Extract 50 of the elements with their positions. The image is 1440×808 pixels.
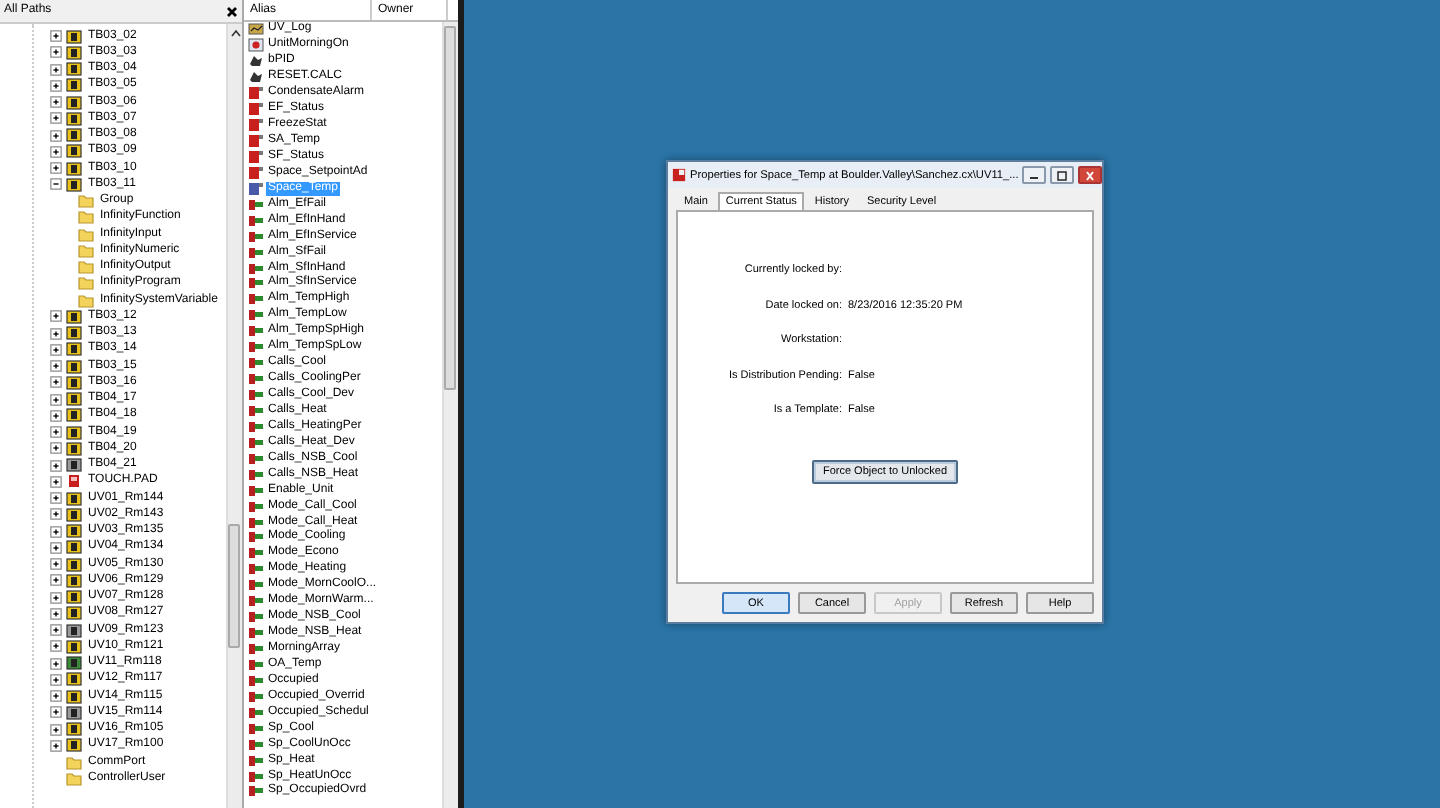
expander-icon[interactable]	[50, 475, 62, 488]
expander-icon[interactable]	[50, 706, 62, 719]
scrollbar[interactable]	[226, 24, 242, 808]
expander-icon[interactable]	[50, 624, 62, 637]
expander-icon[interactable]	[50, 739, 62, 752]
close-icon[interactable]	[226, 5, 238, 17]
expander-icon[interactable]	[50, 96, 62, 109]
expander-icon[interactable]	[50, 459, 62, 472]
scroll-thumb[interactable]	[444, 26, 456, 390]
expander-icon[interactable]	[50, 178, 62, 191]
device-icon	[66, 474, 82, 489]
maximize-button[interactable]	[1050, 166, 1075, 184]
scroll-thumb[interactable]	[228, 524, 240, 648]
maximize-icon	[1052, 169, 1073, 181]
expander-icon[interactable]	[50, 442, 62, 455]
expander-icon[interactable]	[50, 591, 62, 604]
expander-icon[interactable]	[50, 409, 62, 422]
expander-icon[interactable]	[50, 162, 62, 175]
expander-icon[interactable]	[50, 508, 62, 521]
expander-icon[interactable]	[50, 640, 62, 653]
expander-icon[interactable]	[50, 145, 62, 158]
expander-icon[interactable]	[50, 79, 62, 92]
scrollbar[interactable]	[442, 22, 458, 808]
expander-icon[interactable]	[50, 393, 62, 406]
expander-icon[interactable]	[50, 558, 62, 571]
expander-icon[interactable]	[50, 607, 62, 620]
expander-icon[interactable]	[50, 492, 62, 505]
expander-icon[interactable]	[50, 30, 62, 43]
expander-icon[interactable]	[50, 723, 62, 736]
expander-icon[interactable]	[50, 360, 62, 373]
expander-icon[interactable]	[50, 673, 62, 686]
minimize-button[interactable]	[1022, 166, 1047, 184]
expander-icon[interactable]	[50, 129, 62, 142]
expander-icon[interactable]	[50, 46, 62, 59]
expander-icon[interactable]	[50, 327, 62, 340]
scroll-up-icon[interactable]	[229, 28, 241, 38]
expander-icon[interactable]	[50, 574, 62, 587]
program-icon	[248, 38, 264, 53]
expander-icon[interactable]	[50, 112, 62, 125]
expander-icon[interactable]	[50, 541, 62, 554]
expander-icon[interactable]	[50, 376, 62, 389]
expander-icon[interactable]	[50, 310, 62, 323]
expander-icon[interactable]	[50, 525, 62, 538]
expander-icon[interactable]	[50, 63, 62, 76]
expander-icon[interactable]	[50, 690, 62, 703]
expander-icon[interactable]	[50, 657, 62, 670]
close-button[interactable]	[1078, 166, 1103, 184]
expander-icon[interactable]	[50, 426, 62, 439]
expander-icon[interactable]	[50, 343, 62, 356]
log-icon	[248, 22, 264, 37]
